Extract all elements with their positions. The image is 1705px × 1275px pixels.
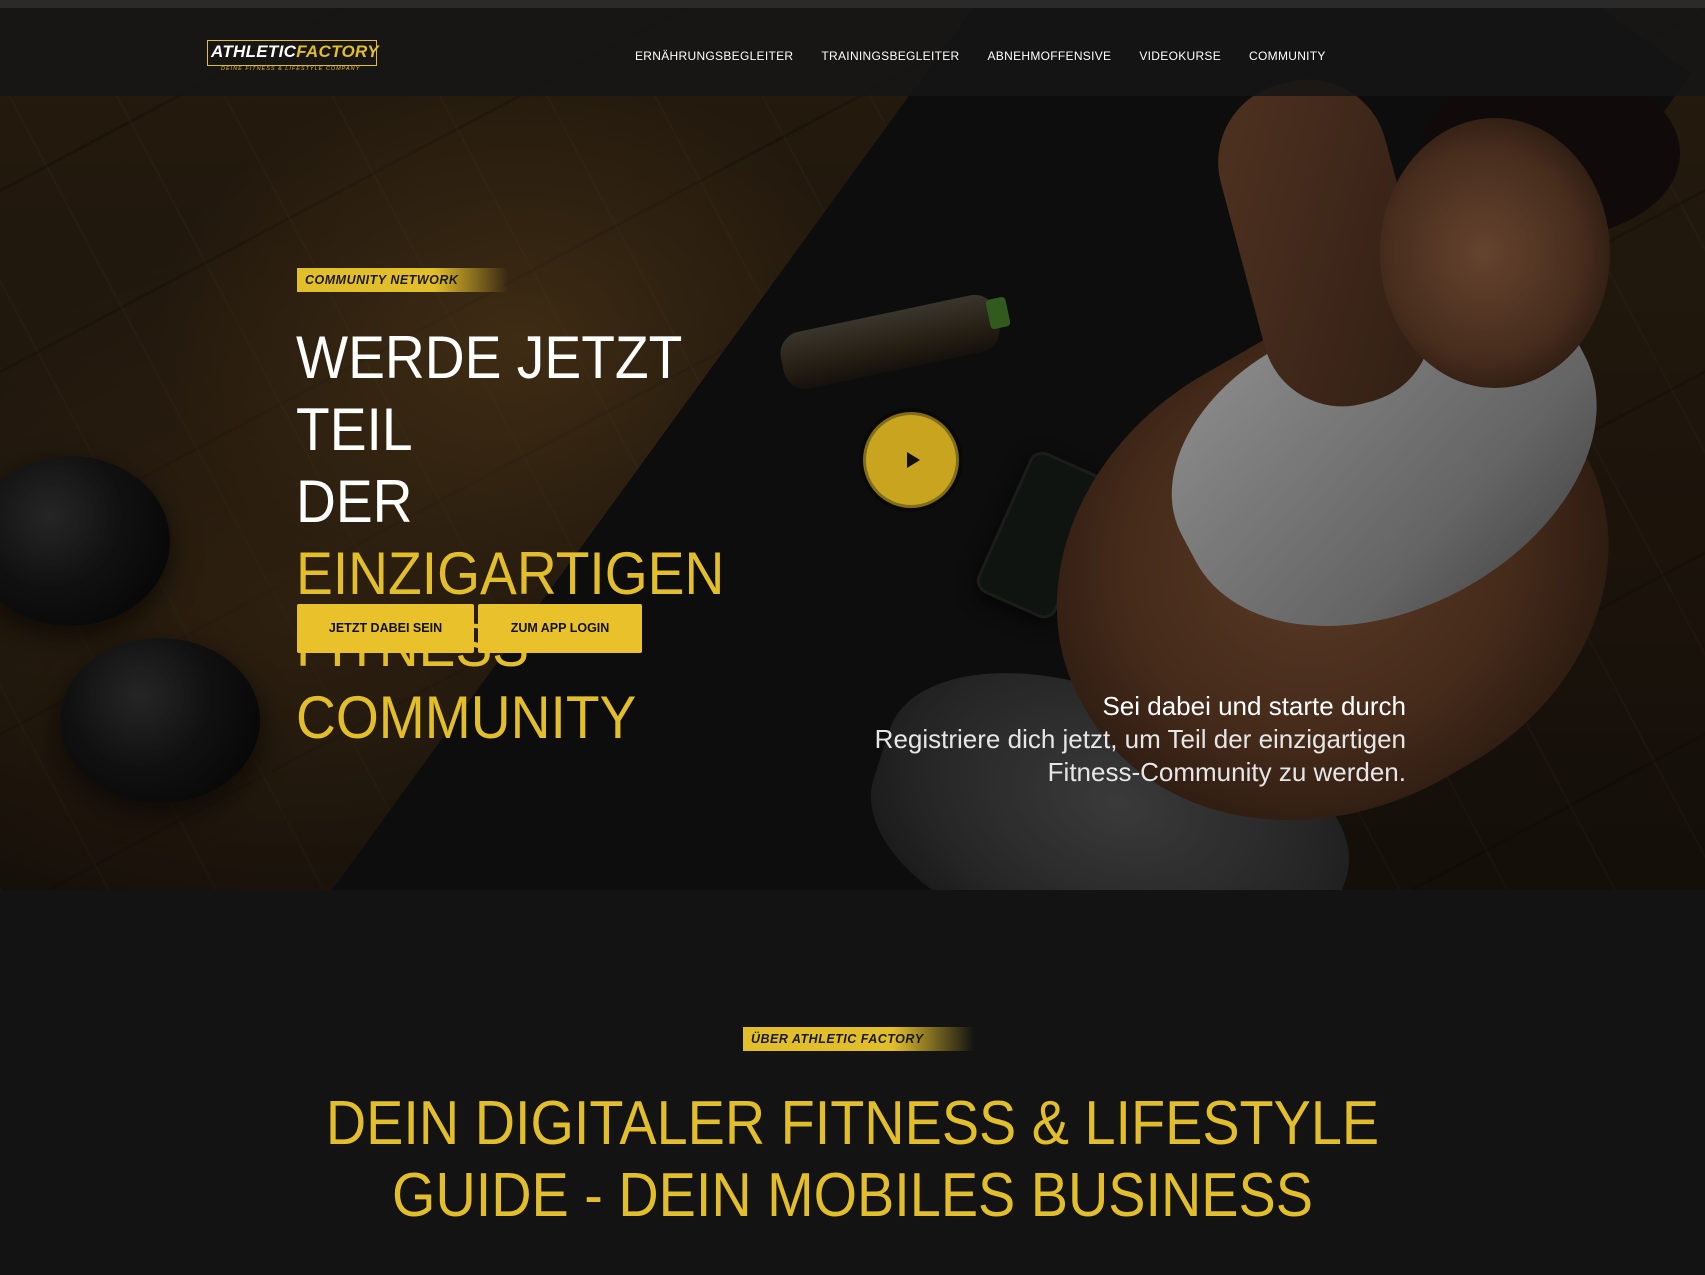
hero-kicker-label: COMMUNITY NETWORK xyxy=(297,268,509,292)
nav-item-community[interactable]: COMMUNITY xyxy=(1249,46,1326,66)
about-kicker-label: ÜBER ATHLETIC FACTORY xyxy=(743,1027,974,1051)
nav-item-ernaehrungsbegleiter[interactable]: ERNÄHRUNGSBEGLEITER xyxy=(635,46,793,66)
app-login-button[interactable]: ZUM APP LOGIN xyxy=(478,604,642,653)
nav-item-trainingsbegleiter[interactable]: TRAININGSBEGLEITER xyxy=(821,46,959,66)
logo-word-athletic: ATHLETIC xyxy=(211,42,297,61)
nav-item-videokurse[interactable]: VIDEOKURSE xyxy=(1139,46,1221,66)
site-header: ATHLETICFACTORY DEINE FITNESS & LIFESTYL… xyxy=(0,8,1705,96)
hero-subtitle: Sei dabei und starte durch Registriere d… xyxy=(760,690,1406,789)
brand-logo[interactable]: ATHLETICFACTORY DEINE FITNESS & LIFESTYL… xyxy=(207,40,379,72)
hero-title: WERDE JETZT TEIL DER EINZIGARTIGEN FITNE… xyxy=(296,322,811,754)
join-now-button[interactable]: JETZT DABEI SEIN xyxy=(297,604,474,653)
logo-wordmark: ATHLETICFACTORY xyxy=(211,42,379,62)
play-icon xyxy=(906,452,920,468)
hero-title-line2-highlight: EINZIGARTIGEN xyxy=(296,540,725,607)
about-title: DEIN DIGITALER FITNESS & LIFESTYLE GUIDE… xyxy=(319,1088,1386,1232)
about-title-line1: DEIN DIGITALER FITNESS & LIFESTYLE xyxy=(325,1089,1380,1158)
hero-title-line1: WERDE JETZT TEIL xyxy=(296,324,682,463)
hero-subtitle-body: Registriere dich jetzt, um Teil der einz… xyxy=(874,724,1406,787)
hero-title-line2-plain: DER xyxy=(296,468,413,535)
nav-item-abnehmoffensive[interactable]: ABNEHMOFFENSIVE xyxy=(988,46,1112,66)
logo-tagline: DEINE FITNESS & LIFESTYLE COMPANY xyxy=(221,66,361,72)
main-nav: ERNÄHRUNGSBEGLEITER TRAININGSBEGLEITER A… xyxy=(635,46,1354,66)
top-strip xyxy=(0,0,1705,8)
about-title-line2: GUIDE - DEIN MOBILES BUSINESS xyxy=(392,1161,1313,1230)
hero-subtitle-lead: Sei dabei und starte durch xyxy=(1102,691,1406,721)
logo-word-factory: FACTORY xyxy=(296,42,379,61)
play-video-button[interactable] xyxy=(866,415,956,505)
